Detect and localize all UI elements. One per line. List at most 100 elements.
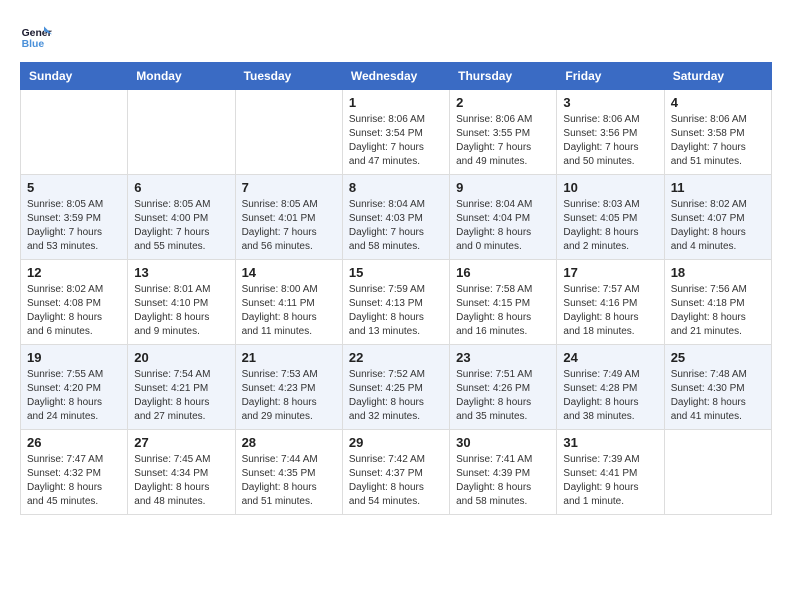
- page-header: General Blue: [20, 20, 772, 52]
- day-number: 4: [671, 95, 765, 110]
- weekday-header-thursday: Thursday: [450, 63, 557, 90]
- calendar-week-1: 1 Sunrise: 8:06 AM Sunset: 3:54 PM Daylig…: [21, 90, 772, 175]
- day-info: Sunrise: 7:42 AM Sunset: 4:37 PM Dayligh…: [349, 453, 443, 509]
- day-info: Sunrise: 8:02 AM Sunset: 4:08 PM Dayligh…: [27, 283, 121, 339]
- day-info: Sunrise: 8:06 AM Sunset: 3:55 PM Dayligh…: [456, 113, 550, 169]
- day-number: 22: [349, 350, 443, 365]
- day-info: Sunrise: 7:45 AM Sunset: 4:34 PM Dayligh…: [134, 453, 228, 509]
- day-number: 2: [456, 95, 550, 110]
- calendar-cell: 17 Sunrise: 7:57 AM Sunset: 4:16 PM Dayli…: [557, 260, 664, 345]
- day-number: 24: [563, 350, 657, 365]
- day-number: 5: [27, 180, 121, 195]
- calendar-week-5: 26 Sunrise: 7:47 AM Sunset: 4:32 PM Dayli…: [21, 430, 772, 515]
- calendar-cell: 2 Sunrise: 8:06 AM Sunset: 3:55 PM Daylig…: [450, 90, 557, 175]
- day-info: Sunrise: 8:06 AM Sunset: 3:56 PM Dayligh…: [563, 113, 657, 169]
- day-info: Sunrise: 7:54 AM Sunset: 4:21 PM Dayligh…: [134, 368, 228, 424]
- day-info: Sunrise: 8:05 AM Sunset: 4:00 PM Dayligh…: [134, 198, 228, 254]
- calendar-cell: [128, 90, 235, 175]
- day-info: Sunrise: 8:05 AM Sunset: 4:01 PM Dayligh…: [242, 198, 336, 254]
- day-info: Sunrise: 8:01 AM Sunset: 4:10 PM Dayligh…: [134, 283, 228, 339]
- calendar-cell: 19Sunrise: 7:55 AM Sunset: 4:20 PM Dayli…: [21, 345, 128, 430]
- day-number: 7: [242, 180, 336, 195]
- day-number: 16: [456, 265, 550, 280]
- day-number: 1: [349, 95, 443, 110]
- calendar-cell: 18Sunrise: 7:56 AM Sunset: 4:18 PM Dayli…: [664, 260, 771, 345]
- calendar-cell: 22 Sunrise: 7:52 AM Sunset: 4:25 PM Dayli…: [342, 345, 449, 430]
- day-number: 26: [27, 435, 121, 450]
- calendar-cell: 3Sunrise: 8:06 AM Sunset: 3:56 PM Daylig…: [557, 90, 664, 175]
- day-info: Sunrise: 7:52 AM Sunset: 4:25 PM Dayligh…: [349, 368, 443, 424]
- day-info: Sunrise: 7:57 AM Sunset: 4:16 PM Dayligh…: [563, 283, 657, 339]
- weekday-header-friday: Friday: [557, 63, 664, 90]
- day-info: Sunrise: 7:48 AM Sunset: 4:30 PM Dayligh…: [671, 368, 765, 424]
- calendar-cell: 20 Sunrise: 7:54 AM Sunset: 4:21 PM Dayli…: [128, 345, 235, 430]
- calendar-week-3: 12Sunrise: 8:02 AM Sunset: 4:08 PM Dayli…: [21, 260, 772, 345]
- day-info: Sunrise: 7:59 AM Sunset: 4:13 PM Dayligh…: [349, 283, 443, 339]
- day-info: Sunrise: 8:05 AM Sunset: 3:59 PM Dayligh…: [27, 198, 121, 254]
- day-info: Sunrise: 8:04 AM Sunset: 4:04 PM Dayligh…: [456, 198, 550, 254]
- calendar-cell: 4 Sunrise: 8:06 AM Sunset: 3:58 PM Daylig…: [664, 90, 771, 175]
- day-info: Sunrise: 7:49 AM Sunset: 4:28 PM Dayligh…: [563, 368, 657, 424]
- day-info: Sunrise: 7:56 AM Sunset: 4:18 PM Dayligh…: [671, 283, 765, 339]
- weekday-header-wednesday: Wednesday: [342, 63, 449, 90]
- calendar-cell: 12Sunrise: 8:02 AM Sunset: 4:08 PM Dayli…: [21, 260, 128, 345]
- day-info: Sunrise: 7:51 AM Sunset: 4:26 PM Dayligh…: [456, 368, 550, 424]
- day-info: Sunrise: 7:41 AM Sunset: 4:39 PM Dayligh…: [456, 453, 550, 509]
- day-number: 6: [134, 180, 228, 195]
- calendar-cell: 26 Sunrise: 7:47 AM Sunset: 4:32 PM Dayli…: [21, 430, 128, 515]
- calendar-cell: 27 Sunrise: 7:45 AM Sunset: 4:34 PM Dayli…: [128, 430, 235, 515]
- day-number: 29: [349, 435, 443, 450]
- weekday-header-saturday: Saturday: [664, 63, 771, 90]
- calendar-cell: 6 Sunrise: 8:05 AM Sunset: 4:00 PM Daylig…: [128, 175, 235, 260]
- calendar-cell: 14Sunrise: 8:00 AM Sunset: 4:11 PM Dayli…: [235, 260, 342, 345]
- day-number: 21: [242, 350, 336, 365]
- calendar-cell: 31Sunrise: 7:39 AM Sunset: 4:41 PM Dayli…: [557, 430, 664, 515]
- calendar-cell: 10 Sunrise: 8:03 AM Sunset: 4:05 PM Dayli…: [557, 175, 664, 260]
- calendar-week-4: 19Sunrise: 7:55 AM Sunset: 4:20 PM Dayli…: [21, 345, 772, 430]
- day-info: Sunrise: 7:44 AM Sunset: 4:35 PM Dayligh…: [242, 453, 336, 509]
- svg-text:Blue: Blue: [22, 39, 45, 50]
- day-number: 9: [456, 180, 550, 195]
- day-info: Sunrise: 7:55 AM Sunset: 4:20 PM Dayligh…: [27, 368, 121, 424]
- calendar-cell: 8Sunrise: 8:04 AM Sunset: 4:03 PM Daylig…: [342, 175, 449, 260]
- weekday-header-tuesday: Tuesday: [235, 63, 342, 90]
- day-info: Sunrise: 8:02 AM Sunset: 4:07 PM Dayligh…: [671, 198, 765, 254]
- day-info: Sunrise: 8:06 AM Sunset: 3:58 PM Dayligh…: [671, 113, 765, 169]
- calendar-cell: 11 Sunrise: 8:02 AM Sunset: 4:07 PM Dayli…: [664, 175, 771, 260]
- calendar-cell: 30 Sunrise: 7:41 AM Sunset: 4:39 PM Dayli…: [450, 430, 557, 515]
- weekday-header-sunday: Sunday: [21, 63, 128, 90]
- day-number: 14: [242, 265, 336, 280]
- day-number: 11: [671, 180, 765, 195]
- calendar-cell: 13 Sunrise: 8:01 AM Sunset: 4:10 PM Dayli…: [128, 260, 235, 345]
- day-info: Sunrise: 7:47 AM Sunset: 4:32 PM Dayligh…: [27, 453, 121, 509]
- calendar-cell: 5 Sunrise: 8:05 AM Sunset: 3:59 PM Daylig…: [21, 175, 128, 260]
- calendar-table: SundayMondayTuesdayWednesdayThursdayFrid…: [20, 62, 772, 515]
- calendar-cell: 23 Sunrise: 7:51 AM Sunset: 4:26 PM Dayli…: [450, 345, 557, 430]
- day-number: 20: [134, 350, 228, 365]
- calendar-cell: 16 Sunrise: 7:58 AM Sunset: 4:15 PM Dayli…: [450, 260, 557, 345]
- day-number: 13: [134, 265, 228, 280]
- day-number: 27: [134, 435, 228, 450]
- calendar-cell: 25 Sunrise: 7:48 AM Sunset: 4:30 PM Dayli…: [664, 345, 771, 430]
- day-number: 25: [671, 350, 765, 365]
- day-number: 10: [563, 180, 657, 195]
- day-number: 23: [456, 350, 550, 365]
- calendar-cell: [235, 90, 342, 175]
- weekday-header-monday: Monday: [128, 63, 235, 90]
- day-info: Sunrise: 7:58 AM Sunset: 4:15 PM Dayligh…: [456, 283, 550, 339]
- day-number: 17: [563, 265, 657, 280]
- calendar-cell: 1 Sunrise: 8:06 AM Sunset: 3:54 PM Daylig…: [342, 90, 449, 175]
- day-info: Sunrise: 7:53 AM Sunset: 4:23 PM Dayligh…: [242, 368, 336, 424]
- calendar-cell: 24 Sunrise: 7:49 AM Sunset: 4:28 PM Dayli…: [557, 345, 664, 430]
- day-info: Sunrise: 8:03 AM Sunset: 4:05 PM Dayligh…: [563, 198, 657, 254]
- logo-icon: General Blue: [20, 20, 52, 52]
- day-info: Sunrise: 8:06 AM Sunset: 3:54 PM Dayligh…: [349, 113, 443, 169]
- calendar-week-2: 5 Sunrise: 8:05 AM Sunset: 3:59 PM Daylig…: [21, 175, 772, 260]
- calendar-cell: 7 Sunrise: 8:05 AM Sunset: 4:01 PM Daylig…: [235, 175, 342, 260]
- weekday-header-row: SundayMondayTuesdayWednesdayThursdayFrid…: [21, 63, 772, 90]
- day-number: 28: [242, 435, 336, 450]
- day-number: 30: [456, 435, 550, 450]
- svg-text:General: General: [22, 28, 52, 39]
- day-number: 15: [349, 265, 443, 280]
- day-number: 31: [563, 435, 657, 450]
